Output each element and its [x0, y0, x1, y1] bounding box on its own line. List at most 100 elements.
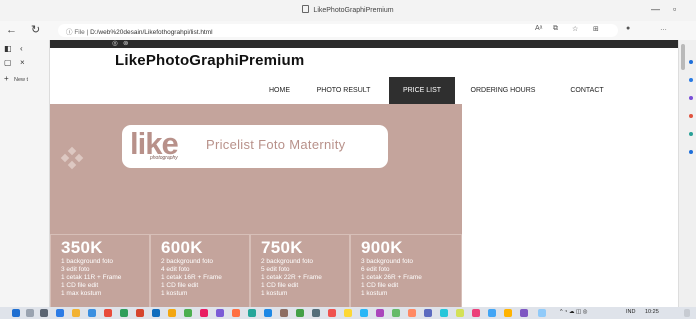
edge-icon[interactable] [56, 309, 64, 317]
url-field[interactable]: ⓘ File | D:/web%20desain/Likefothograhpi… [58, 24, 618, 37]
sparkle-decoration [60, 153, 70, 163]
search-icon[interactable] [689, 60, 693, 64]
brand-card: like photography Pricelist Foto Maternit… [122, 125, 388, 168]
app-icon[interactable] [472, 309, 480, 317]
nav-item-contact[interactable]: CONTACT [557, 77, 617, 104]
package-detail-line: 3 edit foto [61, 266, 90, 273]
tools-icon[interactable] [689, 96, 693, 100]
app-icon[interactable] [408, 309, 416, 317]
package-detail-line: 1 background foto [61, 258, 114, 265]
package-detail-line: 1 cetak 26R + Frame [361, 274, 422, 281]
app-icon[interactable] [504, 309, 512, 317]
site-logo[interactable]: LikePhotoGraphiPremium [115, 52, 304, 69]
nav-item-home[interactable]: HOME [258, 77, 301, 104]
sparkle-decoration [67, 160, 77, 170]
app-icon[interactable] [376, 309, 384, 317]
vertical-tabs-sidebar: ◧ ‹ ▢ × + New t [0, 40, 50, 307]
search-icon[interactable] [26, 309, 34, 317]
app-icon[interactable] [216, 309, 224, 317]
app-icon[interactable] [392, 309, 400, 317]
app-icon[interactable] [538, 309, 546, 317]
new-tab-label[interactable]: New t [14, 77, 28, 83]
pricelist-banner: like photography Pricelist Foto Maternit… [50, 104, 462, 307]
collections-icon[interactable]: ⊞ [593, 25, 599, 33]
games-icon[interactable] [689, 114, 693, 118]
file-explorer-icon[interactable] [72, 309, 80, 317]
profile-icon[interactable]: ● [626, 25, 630, 32]
price-package-600k: 600K 2 background foto 4 edit foto 1 cet… [150, 234, 250, 307]
package-detail-line: 4 edit foto [161, 266, 190, 273]
app-icon[interactable] [200, 309, 208, 317]
notification-icon[interactable] [684, 309, 690, 317]
app-icon[interactable] [440, 309, 448, 317]
minimize-icon[interactable]: — [651, 4, 660, 14]
app-icon[interactable] [488, 309, 496, 317]
start-icon[interactable] [12, 309, 20, 317]
tray-clock[interactable]: 10:25 [645, 309, 659, 315]
package-detail-line: 3 background foto [361, 258, 414, 265]
price-amount: 900K [361, 238, 403, 257]
package-details: 2 background foto 4 edit foto 1 cetak 16… [161, 258, 251, 298]
package-detail-line: 1 kostum [161, 290, 188, 297]
favorite-star-icon[interactable]: ☆ [572, 25, 578, 33]
app-icon[interactable] [360, 309, 368, 317]
package-detail-line: 5 edit foto [261, 266, 290, 273]
app-icon[interactable] [328, 309, 336, 317]
tray-icons[interactable]: ^ ◔ ☁ ◫ ◎ [560, 309, 588, 315]
package-detail-line: 1 cetak 16R + Frame [161, 274, 222, 281]
price-package-350k: 350K 1 background foto 3 edit foto 1 cet… [50, 234, 150, 307]
refresh-icon[interactable]: ↻ [31, 23, 40, 37]
app-icon[interactable] [168, 309, 176, 317]
restore-icon[interactable]: ▫ [673, 4, 676, 14]
back-arrow-icon[interactable]: ← [6, 23, 17, 37]
url-text: ⓘ File | D:/web%20desain/Likefothograhpi… [66, 26, 213, 36]
shopping-icon[interactable] [689, 78, 693, 82]
whatsapp-icon[interactable]: ⊚ [123, 40, 128, 48]
nav-item-photo-result[interactable]: PHOTO RESULT [306, 77, 381, 104]
tab-actions-icon[interactable]: ◧ [4, 44, 12, 53]
app-icon[interactable] [232, 309, 240, 317]
app-icon[interactable] [296, 309, 304, 317]
site-top-bar: ◎ ⊚ [50, 40, 678, 48]
app-icon[interactable] [120, 309, 128, 317]
app-icon[interactable] [424, 309, 432, 317]
more-menu-icon[interactable]: … [660, 25, 667, 32]
nav-item-ordering-hours[interactable]: ORDERING HOURS [462, 77, 544, 104]
app-icon[interactable] [152, 309, 160, 317]
office-icon[interactable] [689, 132, 693, 136]
package-detail-line: 1 CD file edit [261, 282, 299, 289]
package-detail-line: 1 cetak 22R + Frame [261, 274, 322, 281]
app-icon[interactable] [136, 309, 144, 317]
like-logo-subtitle: photography [150, 155, 178, 161]
app-icon[interactable] [104, 309, 112, 317]
app-icon[interactable] [344, 309, 352, 317]
app-icon[interactable] [264, 309, 272, 317]
price-package-900k: 900K 3 background foto 6 edit foto 1 cet… [350, 234, 462, 307]
task-view-icon[interactable] [40, 309, 48, 317]
app-icon[interactable] [312, 309, 320, 317]
app-icon[interactable] [248, 309, 256, 317]
store-icon[interactable] [88, 309, 96, 317]
tray-language[interactable]: IND [626, 309, 635, 315]
close-tab-icon[interactable]: × [20, 58, 25, 67]
tabs-icon[interactable]: ⧉ [553, 25, 558, 33]
new-tab-plus-icon[interactable]: + [4, 74, 9, 83]
collapse-chevron-icon[interactable]: ‹ [20, 44, 23, 53]
outlook-icon[interactable] [689, 150, 693, 154]
package-details: 3 background foto 6 edit foto 1 cetak 26… [361, 258, 451, 298]
window-title-text: LikePhotoGraphiPremium [313, 7, 394, 14]
app-icon[interactable] [280, 309, 288, 317]
instagram-icon[interactable]: ◎ [112, 40, 118, 48]
app-icon[interactable] [184, 309, 192, 317]
nav-item-price-list[interactable]: PRICE LIST [389, 77, 455, 104]
package-detail-line: 1 CD file edit [361, 282, 399, 289]
app-icon[interactable] [456, 309, 464, 317]
package-detail-line: 2 background foto [261, 258, 314, 265]
app-icon[interactable] [520, 309, 528, 317]
package-detail-line: 1 CD file edit [161, 282, 199, 289]
read-aloud-icon[interactable]: Aᵃ [535, 25, 542, 32]
scrollbar-thumb[interactable] [681, 44, 685, 70]
package-detail-line: 1 kostum [261, 290, 288, 297]
window-title: LikePhotoGraphiPremium [0, 5, 696, 14]
tab-page-icon[interactable]: ▢ [4, 58, 12, 67]
